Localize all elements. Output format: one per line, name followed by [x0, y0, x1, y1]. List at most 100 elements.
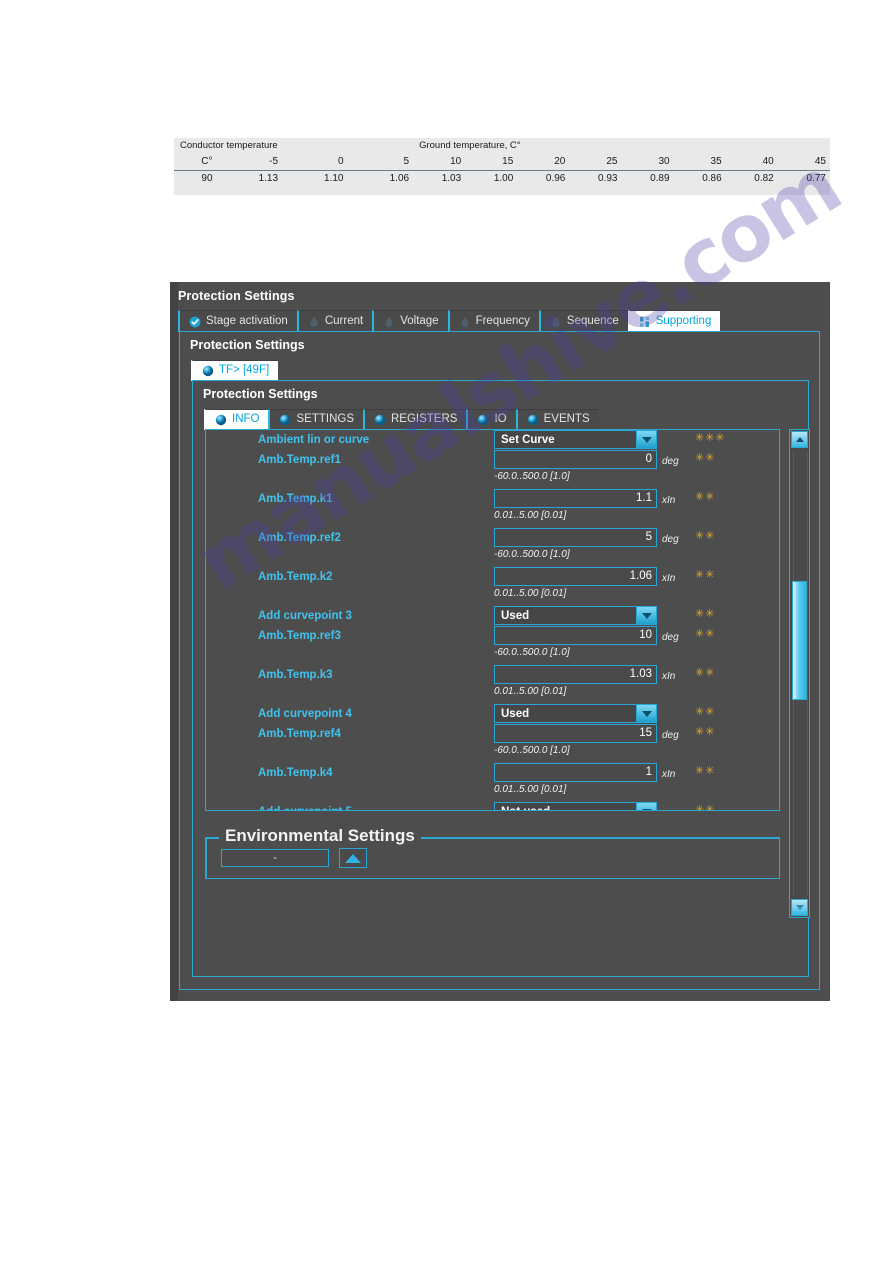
- tab-label: Sequence: [566, 314, 619, 327]
- setting-field: 1.06: [494, 567, 657, 586]
- range-hint: -60.0..500.0 [1.0]: [494, 647, 570, 658]
- tab-supporting[interactable]: Supporting: [627, 310, 721, 332]
- tab-settings[interactable]: SETTINGS: [268, 409, 363, 430]
- scroll-up-button[interactable]: [791, 431, 808, 448]
- tab-label: TF> [49F]: [219, 364, 270, 377]
- ambient-lin-or-curve-dropdown[interactable]: Set Curve: [494, 430, 657, 449]
- environmental-settings-expand-button[interactable]: [339, 848, 367, 868]
- table-cell: 1.03: [413, 170, 466, 187]
- amb-temp-ref2-input[interactable]: 5: [494, 528, 657, 547]
- range-hint: -60.0..500.0 [1.0]: [494, 549, 570, 560]
- tab-tf-49f[interactable]: TF> [49F]: [191, 360, 279, 381]
- environmental-settings-title: Environmental Settings: [219, 826, 421, 846]
- setting-label: Amb.Temp.k4: [258, 767, 333, 779]
- setting-label: Add curvepoint 4: [258, 708, 352, 720]
- range-hint: 0.01..5.00 [0.01]: [494, 784, 567, 795]
- scrollbar-thumb[interactable]: [792, 581, 807, 700]
- check-circle-icon: [189, 316, 201, 328]
- setting-field: Used: [494, 704, 657, 723]
- chevron-down-icon[interactable]: [636, 431, 656, 448]
- unit-label: deg: [662, 456, 679, 467]
- range-hint: 0.01..5.00 [0.01]: [494, 510, 567, 521]
- caret-down-icon: [795, 905, 804, 910]
- amb-temp-k3-input[interactable]: 1.03: [494, 665, 657, 684]
- tab-events[interactable]: EVENTS: [515, 409, 599, 430]
- table-col-header: 30: [658, 156, 670, 167]
- table-cell: 0.82: [725, 170, 778, 187]
- device-tabstrip: TF> [49F]: [191, 360, 279, 381]
- tab-label: EVENTS: [543, 413, 590, 426]
- amb-temp-k4-input[interactable]: 1: [494, 763, 657, 782]
- amb-temp-ref4-input[interactable]: 15: [494, 724, 657, 743]
- tab-voltage[interactable]: Voltage: [372, 310, 448, 332]
- table-col-header: 25: [606, 156, 618, 167]
- setting-label: Amb.Temp.ref1: [258, 454, 341, 466]
- tab-sequence[interactable]: Sequence: [538, 310, 628, 332]
- setting-label: Amb.Temp.k3: [258, 669, 333, 681]
- priority-stars: ✳✳: [695, 666, 716, 679]
- environmental-settings-input[interactable]: -: [221, 849, 329, 867]
- amb-temp-k2-input[interactable]: 1.06: [494, 567, 657, 586]
- amb-temp-ref1-input[interactable]: 0: [494, 450, 657, 469]
- setting-field: 1.03: [494, 665, 657, 684]
- table-cell: 0.77: [777, 170, 830, 187]
- unit-label: deg: [662, 632, 679, 643]
- scroll-down-button[interactable]: [791, 899, 808, 916]
- tab-registers[interactable]: REGISTERS: [363, 409, 467, 430]
- setting-field: 0: [494, 450, 657, 469]
- setting-row-amb-temp-ref3: Amb.Temp.ref3 10 deg -60.0..500.0 [1.0] …: [206, 626, 779, 665]
- priority-stars: ✳✳: [695, 705, 716, 718]
- table-title-row: Conductor temperature Ground temperature…: [174, 138, 830, 154]
- table-col-header: 40: [762, 156, 774, 167]
- amb-temp-k1-input[interactable]: 1.1: [494, 489, 657, 508]
- table-cell: 0.93: [569, 170, 622, 187]
- range-hint: -60.0..500.0 [1.0]: [494, 471, 570, 482]
- dialog-left-stripe: [170, 282, 178, 1001]
- tab-info[interactable]: INFO: [204, 409, 269, 430]
- dropdown-value: Set Curve: [501, 433, 555, 446]
- range-hint: 0.01..5.00 [0.01]: [494, 588, 567, 599]
- table-col-header: 15: [502, 156, 514, 167]
- add-curvepoint-4-dropdown[interactable]: Used: [494, 704, 657, 723]
- table-row-label: 90: [174, 170, 217, 187]
- settings-scrollbar[interactable]: [789, 429, 810, 918]
- setting-field: Set Curve: [494, 430, 657, 449]
- chevron-down-icon[interactable]: [636, 607, 656, 624]
- dropdown-value: Used: [501, 707, 530, 720]
- chevron-down-icon[interactable]: [636, 705, 656, 722]
- setting-label: Amb.Temp.k2: [258, 571, 333, 583]
- tab-stage-activation[interactable]: Stage activation: [178, 310, 297, 332]
- setting-row-amb-temp-k3: Amb.Temp.k3 1.03 xIn 0.01..5.00 [0.01] ✳…: [206, 665, 779, 704]
- sphere-icon: [477, 414, 489, 426]
- chevron-down-icon[interactable]: [636, 803, 656, 810]
- tab-label: Frequency: [475, 314, 530, 327]
- tab-frequency[interactable]: Frequency: [447, 310, 539, 332]
- table-title-ground: Ground temperature, C°: [419, 140, 521, 151]
- add-curvepoint-5-dropdown[interactable]: Not used: [494, 802, 657, 810]
- sphere-icon: [215, 414, 227, 426]
- tab-label: IO: [494, 413, 507, 426]
- add-curvepoint-3-dropdown[interactable]: Used: [494, 606, 657, 625]
- unit-label: xIn: [662, 495, 676, 506]
- table-col-header: 10: [450, 156, 462, 167]
- dropdown-value: Used: [501, 609, 530, 622]
- priority-stars: ✳✳: [695, 568, 716, 581]
- setting-field: 5: [494, 528, 657, 547]
- conductor-temperature-table: Conductor temperature Ground temperature…: [174, 138, 830, 195]
- table-col-header: 0: [337, 156, 344, 167]
- tab-current[interactable]: Current: [296, 310, 373, 332]
- range-hint: 0.01..5.00 [0.01]: [494, 686, 567, 697]
- tab-label: Voltage: [400, 314, 439, 327]
- unit-label: xIn: [662, 769, 676, 780]
- setting-row-amb-temp-ref4: Amb.Temp.ref4 15 deg -60.0..500.0 [1.0] …: [206, 724, 779, 763]
- setting-row-amb-temp-ref1: Amb.Temp.ref1 0 deg -60.0..500.0 [1.0] ✳…: [206, 450, 779, 489]
- setting-row-add-curvepoint-5: Add curvepoint 5 Not used ✳✳: [206, 802, 779, 810]
- priority-stars: ✳✳: [695, 725, 716, 738]
- setting-label: Add curvepoint 5: [258, 806, 352, 810]
- tab-io[interactable]: IO: [466, 409, 516, 430]
- setting-field: 15: [494, 724, 657, 743]
- priority-stars: ✳✳: [695, 529, 716, 542]
- amb-temp-ref3-input[interactable]: 10: [494, 626, 657, 645]
- table-col-header: 45: [814, 156, 826, 167]
- tab-label: INFO: [232, 413, 260, 426]
